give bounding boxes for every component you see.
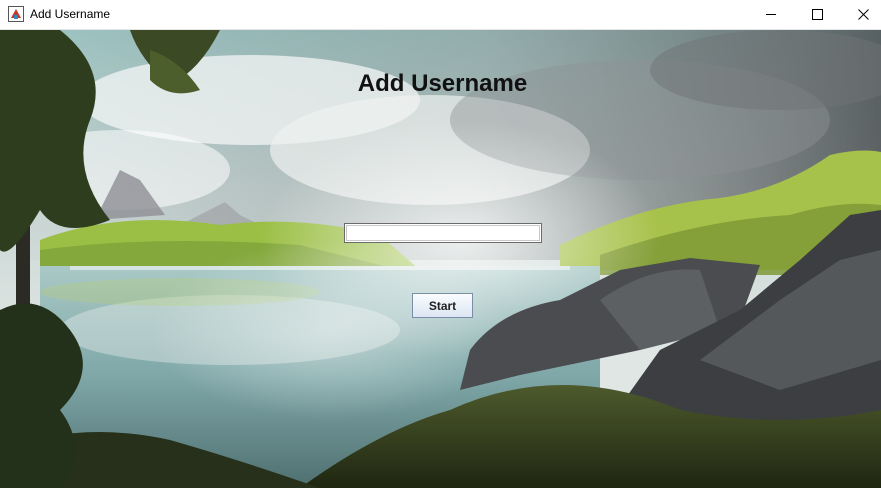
content-panel: Add Username Start (0, 30, 881, 488)
landscape-background-image (0, 30, 881, 488)
minimize-button[interactable] (748, 0, 794, 29)
java-app-icon (8, 6, 24, 22)
page-heading: Add Username (357, 70, 528, 97)
username-input[interactable] (344, 223, 542, 243)
maximize-icon (811, 9, 823, 20)
window-titlebar[interactable]: Add Username (0, 0, 881, 30)
start-button[interactable]: Start (412, 293, 473, 318)
window-title: Add Username (30, 7, 111, 21)
maximize-button[interactable] (794, 0, 840, 29)
close-icon (857, 9, 869, 20)
minimize-icon (765, 14, 776, 15)
close-button[interactable] (840, 0, 881, 29)
